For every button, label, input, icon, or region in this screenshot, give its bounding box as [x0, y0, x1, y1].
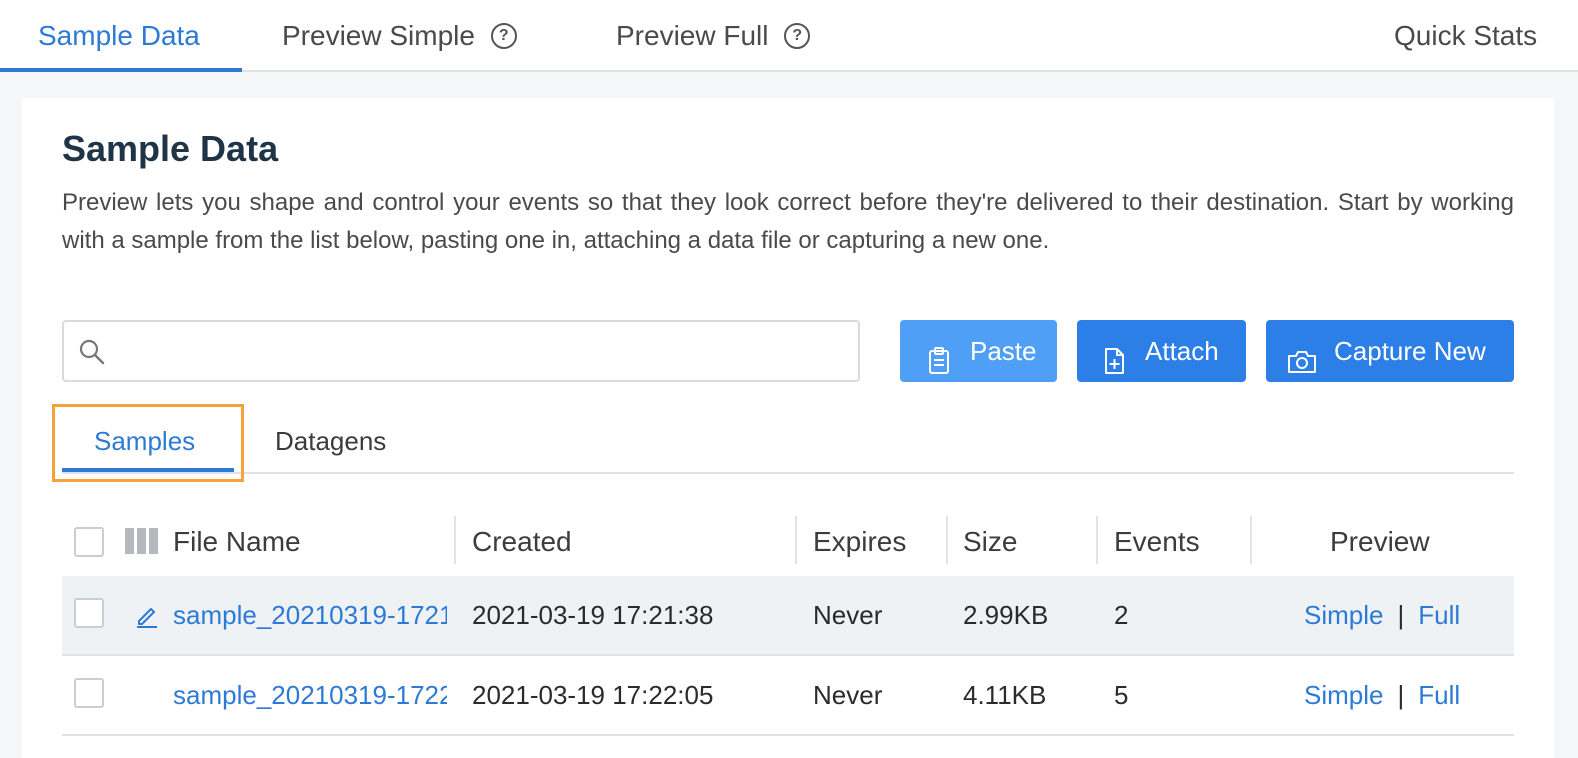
help-icon[interactable]: ? [490, 22, 517, 49]
file-name-link[interactable]: sample_20210319-1721 [173, 576, 447, 654]
tab-datagens[interactable]: Datagens [275, 420, 386, 462]
created-cell: 2021-03-19 17:22:05 [472, 680, 714, 710]
column-resizer[interactable] [1096, 516, 1098, 564]
column-header-preview: Preview [1330, 526, 1430, 557]
tab-sample-data[interactable]: Sample Data [38, 0, 200, 72]
preview-full-link[interactable]: Full [1418, 680, 1460, 710]
preview-simple-link[interactable]: Simple [1304, 600, 1383, 630]
panel-description: Preview lets you shape and control your … [62, 189, 1514, 254]
tab-preview-full[interactable]: Preview Full ? [616, 0, 811, 72]
column-header-file-name[interactable]: File Name [173, 508, 301, 576]
clipboard-icon [924, 336, 954, 374]
size-cell: 4.11KB [963, 680, 1047, 710]
column-header-created[interactable]: Created [472, 508, 572, 576]
highlight-box [52, 404, 244, 482]
sub-tabs-divider [62, 472, 1514, 474]
capture-new-button[interactable]: Capture New [1266, 320, 1514, 382]
events-cell: 5 [1114, 680, 1129, 710]
column-resizer[interactable] [795, 516, 797, 564]
column-header-expires[interactable]: Expires [813, 508, 906, 576]
search-input[interactable] [62, 320, 860, 382]
preview-cell: Simple | Full [1304, 656, 1460, 734]
preview-full-link[interactable]: Full [1418, 600, 1460, 630]
preview-separator: | [1397, 680, 1405, 710]
table-header: File Name Created Expires Size Events Pr… [62, 508, 1514, 578]
table-row[interactable]: sample_20210319-1722 2021-03-19 17:22:05… [62, 656, 1514, 736]
edit-icon[interactable] [134, 602, 160, 633]
preview-cell: Simple | Full [1304, 576, 1460, 654]
select-all-checkbox[interactable] [74, 527, 104, 557]
column-resizer[interactable] [454, 516, 456, 564]
preview-simple-link[interactable]: Simple [1304, 680, 1383, 710]
file-name-link[interactable]: sample_20210319-1722 [173, 656, 447, 734]
tab-preview-simple-label: Preview Simple [282, 20, 475, 51]
tab-datagens-label: Datagens [275, 426, 387, 456]
active-tab-indicator [0, 68, 242, 72]
column-resizer[interactable] [946, 516, 948, 564]
tab-preview-simple[interactable]: Preview Simple ? [282, 0, 517, 72]
attach-button[interactable]: Attach [1077, 320, 1246, 382]
table-row[interactable]: sample_20210319-1721 2021-03-19 17:21:38… [62, 576, 1514, 656]
events-cell: 2 [1114, 600, 1129, 630]
column-header-events[interactable]: Events [1114, 508, 1200, 576]
size-cell: 2.99KB [963, 600, 1049, 630]
row-checkbox[interactable] [74, 598, 104, 628]
top-tab-bar: Sample Data Preview Simple ? Preview Ful… [0, 0, 1578, 72]
tab-quick-stats[interactable]: Quick Stats [1394, 0, 1537, 72]
camera-icon [1286, 336, 1316, 373]
created-cell: 2021-03-19 17:21:38 [472, 600, 714, 630]
capture-new-button-label: Capture New [1334, 336, 1486, 366]
column-resizer[interactable] [1250, 516, 1252, 564]
paste-button-label: Paste [970, 336, 1037, 366]
preview-separator: | [1397, 600, 1405, 630]
tab-sample-data-label: Sample Data [38, 20, 200, 51]
tab-quick-stats-label: Quick Stats [1394, 20, 1538, 51]
expires-cell: Never [813, 680, 883, 710]
column-header-size[interactable]: Size [963, 508, 1017, 576]
columns-icon[interactable] [125, 528, 159, 559]
sample-data-panel: Sample Data Preview lets you shape and c… [22, 98, 1554, 758]
search-icon [78, 338, 106, 366]
tab-preview-full-label: Preview Full [616, 20, 769, 51]
row-checkbox[interactable] [74, 678, 104, 708]
expires-cell: Never [813, 600, 883, 630]
panel-title: Sample Data [62, 128, 279, 169]
file-plus-icon [1099, 336, 1129, 374]
attach-button-label: Attach [1145, 336, 1219, 366]
paste-button[interactable]: Paste [900, 320, 1057, 382]
help-icon[interactable]: ? [784, 22, 811, 49]
